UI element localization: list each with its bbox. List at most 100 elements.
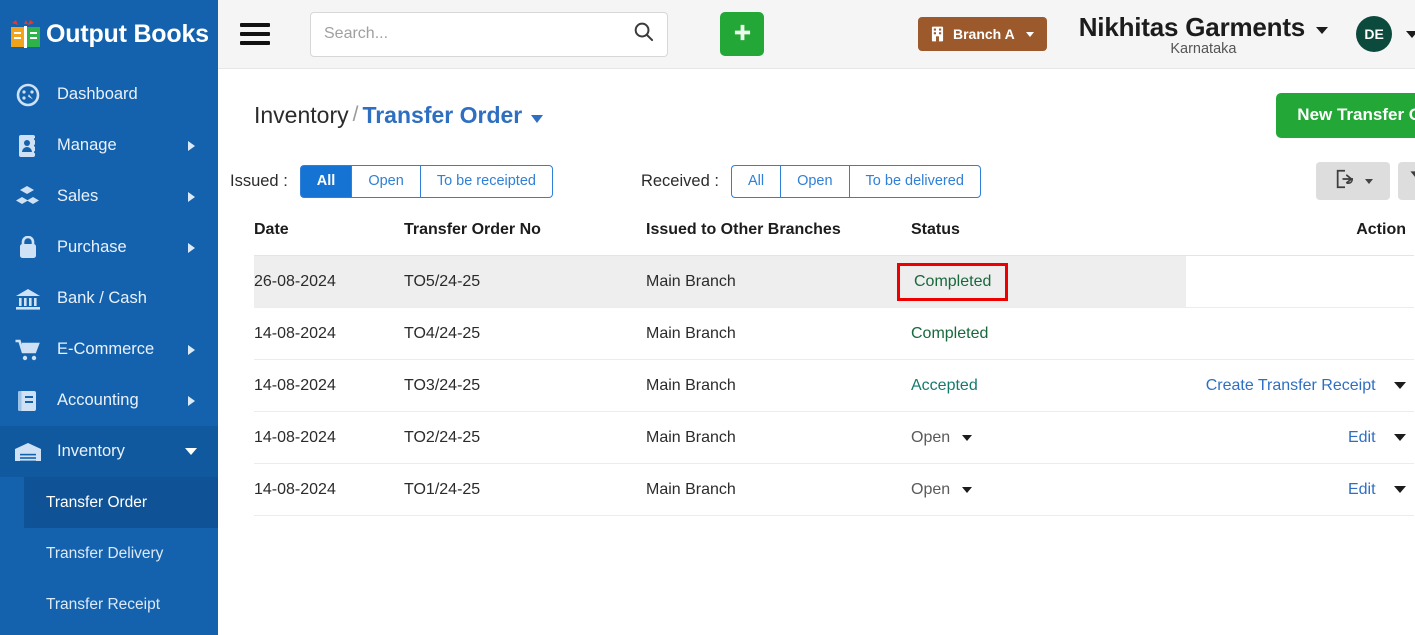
create-transfer-receipt-link[interactable]: Create Transfer Receipt (1206, 377, 1376, 394)
received-filter-to-be-delivered[interactable]: To be delivered (848, 164, 981, 198)
sidebar-item-label: Accounting (57, 391, 139, 409)
bag-icon (13, 235, 43, 261)
sidebar-subitem-label: Transfer Receipt (46, 595, 160, 613)
cell-action (1186, 255, 1414, 308)
contact-book-icon (13, 133, 43, 159)
branch-selector[interactable]: Branch A (918, 17, 1047, 51)
company-selector[interactable]: Nikhitas Garments Karnataka (1078, 11, 1329, 57)
sidebar-item-label: Dashboard (57, 85, 138, 103)
funnel-icon (1409, 169, 1415, 193)
cell-date: 14-08-2024 (254, 359, 404, 412)
search-icon[interactable] (633, 21, 654, 47)
cell-order-no: TO3/24-25 (404, 359, 646, 412)
issued-filter-to-be-receipted[interactable]: To be receipted (419, 164, 553, 198)
cell-action: Edit (1186, 463, 1414, 516)
cell-action: Create Transfer Receipt (1186, 359, 1414, 412)
sidebar-item-transfer-receipt[interactable]: Transfer Receipt (0, 579, 218, 630)
table-body: 26-08-2024 TO5/24-25 Main Branch Complet… (254, 255, 1414, 516)
sidebar-item-ecommerce[interactable]: E-Commerce (0, 324, 218, 375)
table-header-row: Date Transfer Order No Issued to Other B… (254, 209, 1414, 256)
table-row[interactable]: 14-08-2024 TO4/24-25 Main Branch Complet… (254, 307, 1414, 360)
received-filter-group: All Open To be delivered (730, 164, 981, 198)
sidebar-subitem-label: Transfer Delivery (46, 544, 164, 562)
export-button[interactable] (1316, 162, 1391, 200)
cell-order-no: TO2/24-25 (404, 411, 646, 464)
sidebar-item-purchase[interactable]: Purchase (0, 222, 218, 273)
breadcrumb-current[interactable]: Transfer Order (362, 102, 522, 129)
cell-branch: Main Branch (646, 255, 911, 308)
sidebar-item-accounting[interactable]: Accounting (0, 375, 218, 426)
cell-branch: Main Branch (646, 411, 911, 464)
add-new-button[interactable] (720, 12, 764, 56)
transfer-order-table: Date Transfer Order No Issued to Other B… (254, 209, 1414, 516)
sidebar-item-bank-cash[interactable]: Bank / Cash (0, 273, 218, 324)
filter-row: Issued : All Open To be receipted Receiv… (218, 139, 1415, 200)
column-header-order-no: Transfer Order No (404, 209, 646, 256)
table-container: Date Transfer Order No Issued to Other B… (218, 199, 1415, 516)
edit-link[interactable]: Edit (1348, 481, 1376, 498)
issued-filter-open[interactable]: Open (351, 164, 420, 198)
table-header: Date Transfer Order No Issued to Other B… (254, 209, 1414, 256)
sidebar-item-dashboard[interactable]: Dashboard (0, 69, 218, 120)
cell-status: Completed (911, 307, 1186, 360)
received-filter-all[interactable]: All (730, 164, 781, 198)
cell-branch: Main Branch (646, 463, 911, 516)
column-header-action: Action (1186, 209, 1414, 256)
table-row[interactable]: 26-08-2024 TO5/24-25 Main Branch Complet… (254, 255, 1414, 308)
issued-filter-all[interactable]: All (299, 164, 352, 198)
sidebar-item-label: Manage (57, 136, 117, 154)
received-filter-open[interactable]: Open (780, 164, 849, 198)
edit-link[interactable]: Edit (1348, 429, 1376, 446)
chevron-right-icon[interactable] (180, 191, 202, 202)
chevron-right-icon[interactable] (180, 242, 202, 253)
filter-button[interactable] (1398, 162, 1415, 200)
status-dropdown[interactable]: Open (911, 480, 973, 499)
chevron-down-icon[interactable] (1394, 433, 1406, 441)
sidebar-item-inventory[interactable]: Inventory (0, 426, 218, 477)
table-row[interactable]: 14-08-2024 TO2/24-25 Main Branch Open Ed… (254, 411, 1414, 464)
topbar: Branch A Nikhitas Garments Karnataka DE (218, 0, 1415, 69)
status-badge: Open (911, 480, 951, 498)
chevron-down-icon[interactable] (1394, 485, 1406, 493)
chevron-down-icon[interactable] (1406, 30, 1415, 38)
chevron-down-icon (1025, 31, 1034, 37)
breadcrumb-root[interactable]: Inventory (254, 102, 349, 129)
chevron-down-icon[interactable] (180, 448, 202, 455)
sidebar-item-label: Bank / Cash (57, 289, 147, 307)
search-input[interactable] (324, 25, 633, 43)
column-header-date: Date (254, 209, 404, 256)
table-row[interactable]: 14-08-2024 TO3/24-25 Main Branch Accepte… (254, 359, 1414, 412)
chevron-right-icon[interactable] (180, 395, 202, 406)
new-transfer-order-button[interactable]: New Transfer Order (1276, 92, 1415, 138)
status-dropdown[interactable]: Open (911, 429, 973, 447)
breadcrumb-separator: / (352, 103, 359, 126)
brand[interactable]: Output Books (0, 0, 218, 69)
cart-icon (13, 337, 43, 363)
export-share-icon (1334, 168, 1356, 195)
table-row[interactable]: 14-08-2024 TO1/24-25 Main Branch Open Ed… (254, 463, 1414, 516)
cell-order-no: TO5/24-25 (404, 255, 646, 308)
cell-order-no: TO4/24-25 (404, 307, 646, 360)
hamburger-icon[interactable] (240, 23, 270, 45)
status-badge: Completed (911, 324, 989, 342)
avatar[interactable]: DE (1356, 16, 1393, 52)
chevron-down-icon[interactable] (1394, 381, 1406, 389)
warehouse-icon (13, 439, 43, 465)
status-badge: Accepted (911, 376, 978, 394)
chevron-right-icon[interactable] (180, 140, 202, 151)
chevron-down-icon[interactable] (531, 114, 544, 123)
sidebar-item-transfer-order[interactable]: Transfer Order (24, 477, 218, 528)
column-header-branch: Issued to Other Branches (646, 209, 911, 256)
chevron-right-icon[interactable] (180, 344, 202, 355)
company-row: Nikhitas Garments (1078, 11, 1329, 43)
issued-filter-group: All Open To be receipted (299, 164, 553, 198)
sidebar-subitem-label: Transfer Order (46, 493, 148, 511)
search-box[interactable] (310, 11, 668, 57)
page-head: Inventory / Transfer Order New Transfer … (218, 69, 1415, 139)
received-filter-label: Received : (640, 171, 719, 190)
company-name: Nikhitas Garments (1078, 11, 1306, 42)
plus-icon (733, 23, 752, 45)
sidebar-item-manage[interactable]: Manage (0, 120, 218, 171)
sidebar-item-sales[interactable]: Sales (0, 171, 218, 222)
sidebar-item-transfer-delivery[interactable]: Transfer Delivery (0, 528, 218, 579)
